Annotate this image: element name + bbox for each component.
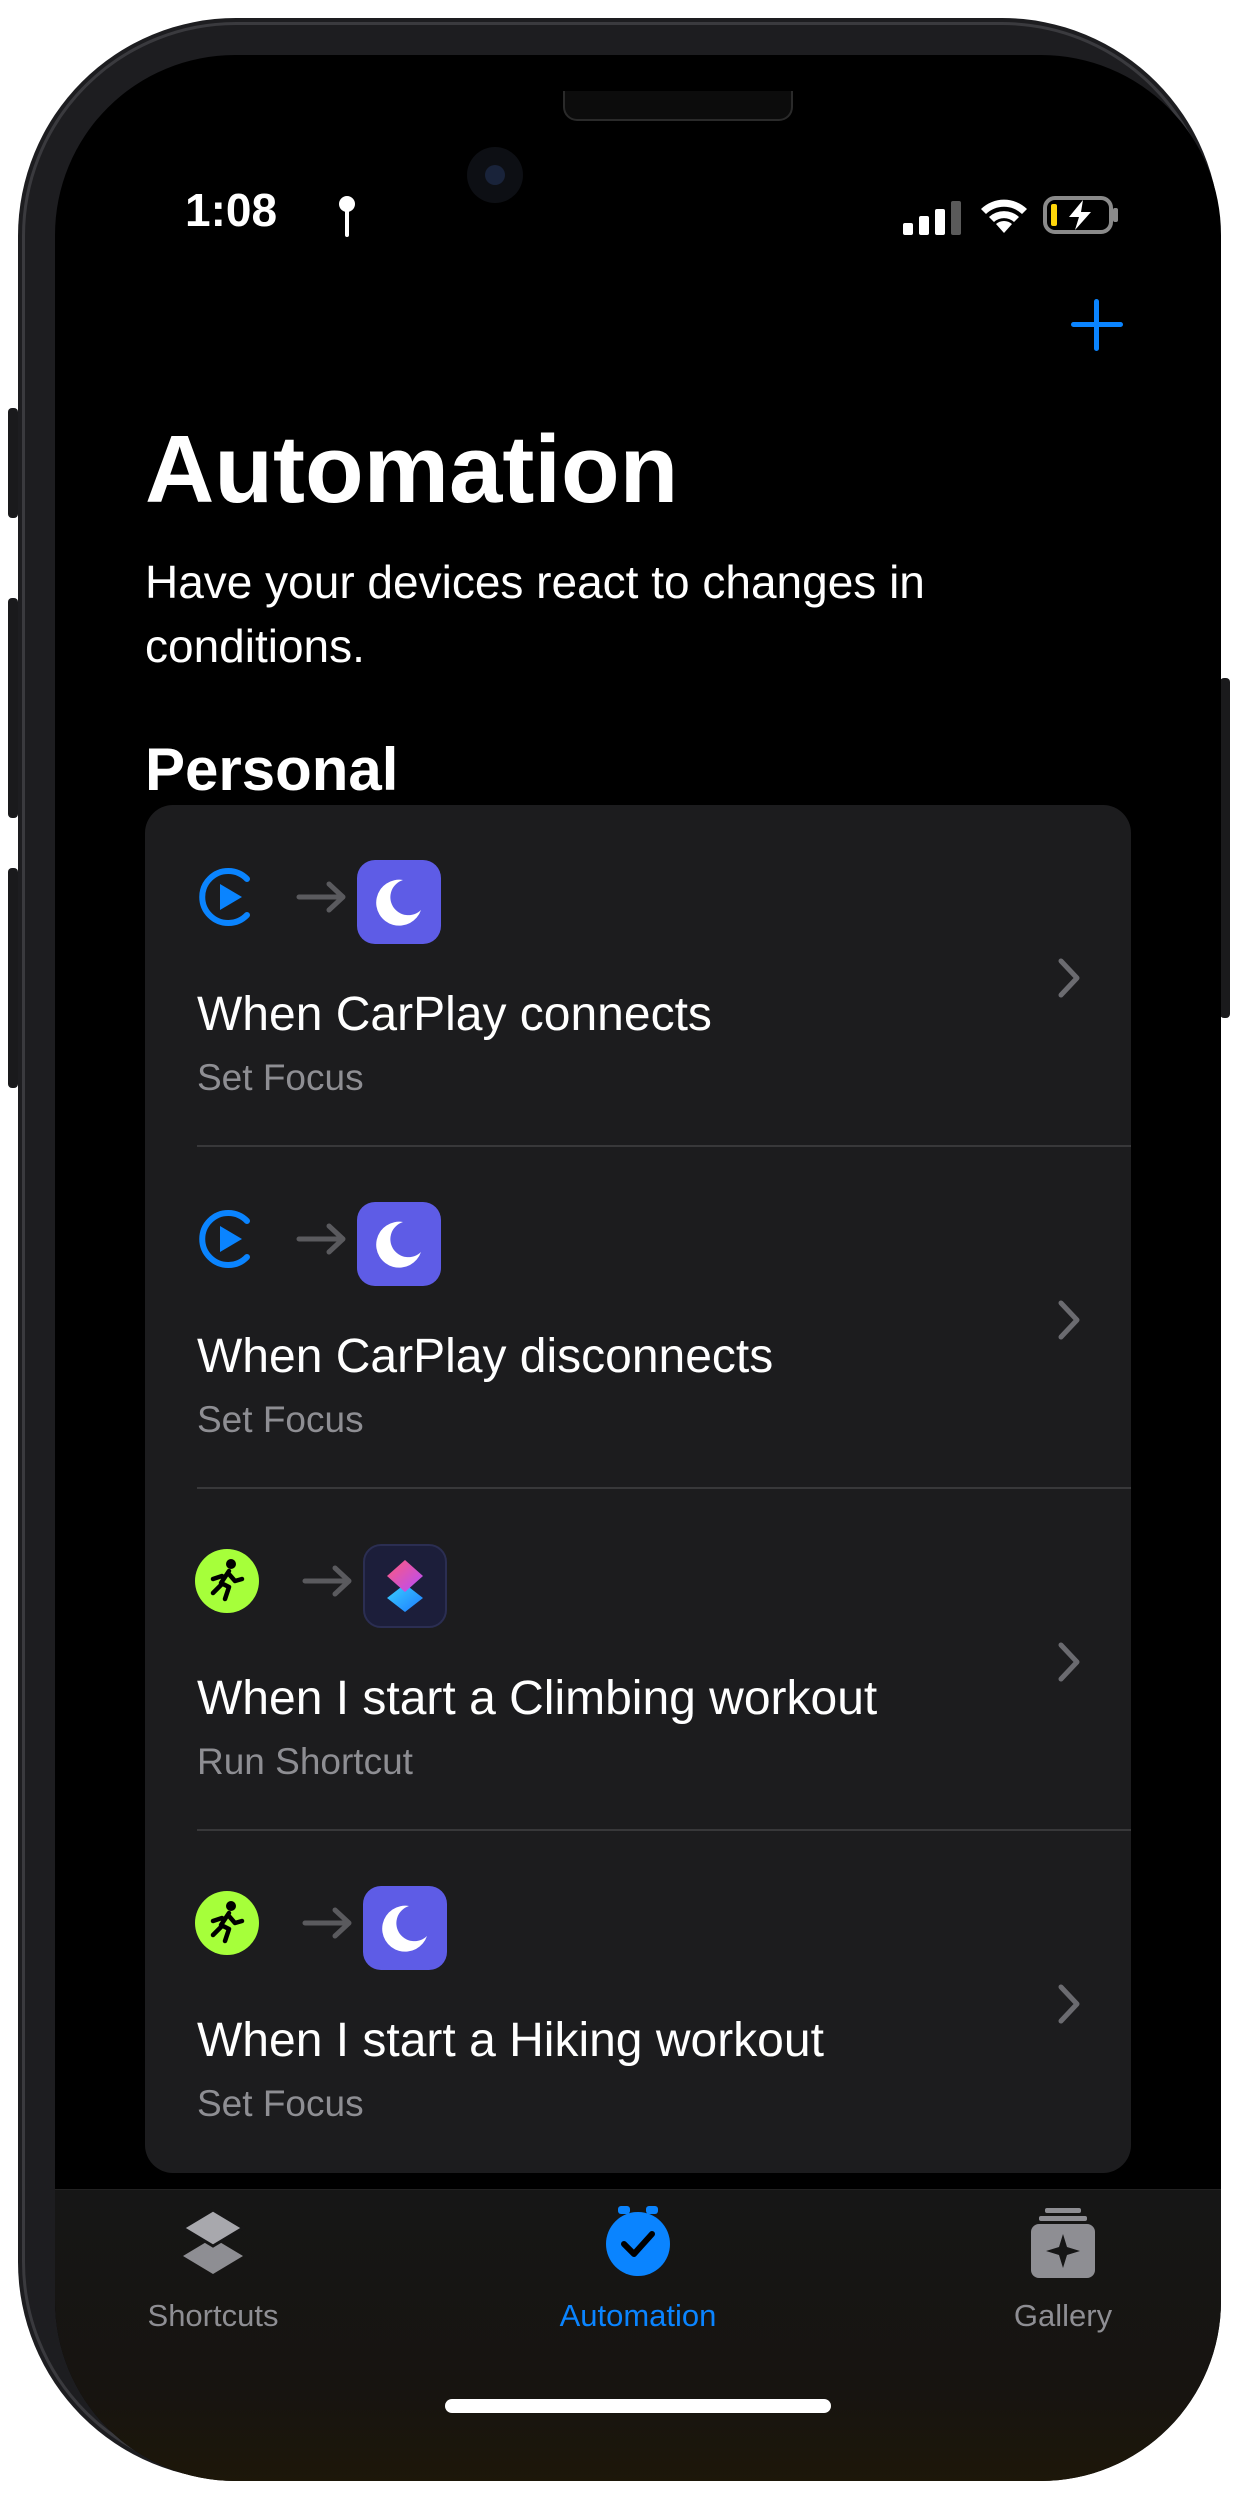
automation-title: When CarPlay disconnects [197, 1330, 774, 1383]
add-automation-button[interactable] [1067, 295, 1127, 355]
automation-row[interactable]: When I start a Climbing workout Run Shor… [145, 1489, 1131, 1831]
power-button [1220, 678, 1230, 1018]
workout-icon [195, 1549, 259, 1613]
phone-frame: 1:08 Automation Have your devices react … [8, 18, 1230, 2481]
automation-row[interactable]: When CarPlay connects Set Focus [145, 805, 1131, 1147]
automation-title: When I start a Hiking workout [197, 2014, 824, 2067]
tab-automation[interactable]: Automation [508, 2204, 768, 2344]
page-subtitle: Have your devices react to changes in co… [145, 556, 925, 672]
tab-gallery[interactable]: Gallery [933, 2204, 1193, 2344]
automation-action: Set Focus [197, 2083, 364, 2124]
focus-moon-icon [357, 860, 441, 944]
automation-action: Run Shortcut [197, 1741, 413, 1782]
earpiece-speaker [563, 91, 793, 121]
section-title-personal: Personal [145, 736, 399, 803]
automation-row[interactable]: When I start a Hiking workout Set Focus [145, 1831, 1131, 2173]
focus-moon-icon [363, 1886, 447, 1970]
volume-up-button [8, 598, 18, 818]
page-title: Automation [145, 416, 679, 523]
status-time: 1:08 [185, 184, 278, 236]
arrow-right-icon [296, 881, 346, 913]
cellular-signal-icon [903, 201, 961, 235]
automation-title: When CarPlay connects [197, 988, 712, 1041]
carplay-icon [199, 1210, 250, 1268]
tab-label: Automation [559, 2298, 717, 2333]
screen: 1:08 Automation Have your devices react … [55, 55, 1221, 2481]
automation-row[interactable]: When CarPlay disconnects Set Focus [145, 1147, 1131, 1489]
automation-action: Set Focus [197, 1399, 364, 1440]
tab-label: Gallery [1013, 2298, 1113, 2333]
automation-action: Set Focus [197, 1057, 364, 1098]
wifi-icon [981, 199, 1027, 233]
arrow-right-icon [302, 1907, 352, 1939]
chevron-right-icon [1058, 1984, 1080, 2024]
automation-title: When I start a Climbing workout [197, 1672, 878, 1725]
home-indicator[interactable] [445, 2399, 831, 2413]
tab-shortcuts[interactable]: Shortcuts [83, 2204, 343, 2344]
volume-down-button [8, 868, 18, 1088]
front-camera [467, 147, 523, 203]
arrow-right-icon [296, 1223, 346, 1255]
workout-icon [195, 1891, 259, 1955]
automation-clock-icon [606, 2206, 670, 2276]
battery-charging-icon [1043, 196, 1118, 234]
carplay-icon [199, 868, 250, 926]
arrow-right-icon [302, 1565, 352, 1597]
gallery-icon [1031, 2208, 1095, 2278]
automation-list: When CarPlay connects Set Focus When Car… [145, 805, 1131, 2173]
tab-bar: Shortcuts Automation Gallery [55, 2189, 1221, 2481]
tab-label: Shortcuts [147, 2298, 279, 2333]
shortcuts-stack-icon [180, 2208, 246, 2274]
chevron-right-icon [1058, 958, 1080, 998]
chevron-right-icon [1058, 1300, 1080, 1340]
location-icon [339, 196, 355, 237]
shortcuts-app-icon [363, 1544, 447, 1628]
chevron-right-icon [1058, 1642, 1080, 1682]
focus-moon-icon [357, 1202, 441, 1286]
action-button [8, 408, 18, 518]
